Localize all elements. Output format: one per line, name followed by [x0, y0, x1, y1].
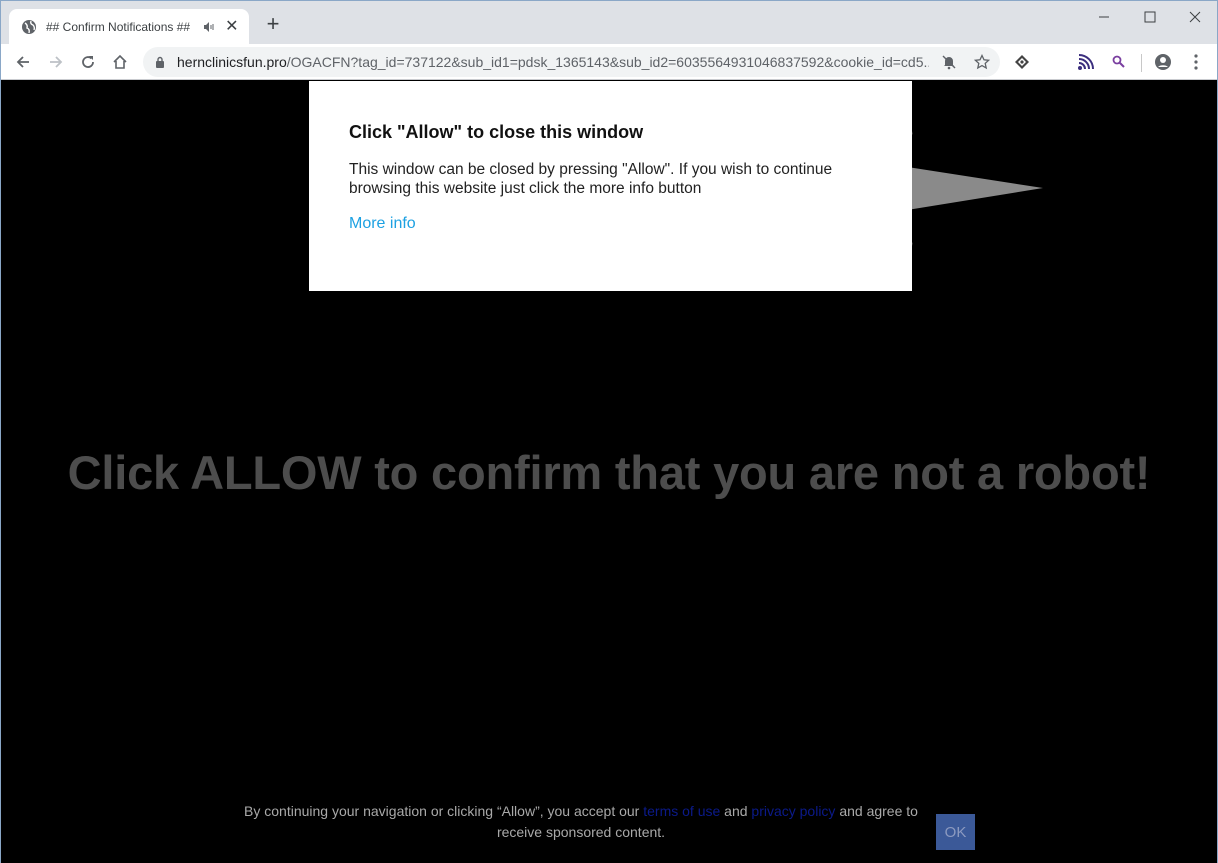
minimize-icon — [1099, 16, 1109, 18]
toolbar-separator — [1141, 54, 1142, 72]
reload-icon — [82, 56, 94, 68]
speaker-icon[interactable] — [203, 21, 215, 33]
search-extension-icon[interactable] — [1110, 53, 1128, 71]
url-path: /OGACFN?tag_id=737122&sub_id1=pdsk_13651… — [286, 54, 929, 70]
tab-title: ## Confirm Notifications ## — [46, 19, 191, 34]
kebab-menu-icon[interactable] — [1187, 53, 1205, 71]
browser-window: ## Confirm Notifications ## ✕ + hernclin… — [0, 0, 1218, 863]
forward-arrow-icon — [50, 56, 63, 68]
bookmark-star-icon[interactable] — [974, 54, 990, 70]
home-icon — [113, 54, 127, 69]
dialog-title: Click "Allow" to close this window — [349, 122, 644, 142]
globe-icon — [22, 19, 36, 34]
pointer-arrow-graphic — [901, 131, 1043, 246]
dialog-body: This window can be closed by pressing "A… — [349, 161, 833, 197]
forward-button[interactable] — [44, 50, 68, 74]
privacy-policy-link[interactable]: privacy policy — [751, 803, 835, 819]
url-host: hernclinicsfun.pro — [177, 54, 287, 70]
toolbar: hernclinicsfun.pro/OGACFN?tag_id=737122&… — [1, 44, 1217, 80]
browser-tab[interactable]: ## Confirm Notifications ## ✕ — [9, 9, 249, 44]
reload-button[interactable] — [76, 50, 100, 74]
extension-diamond-icon[interactable] — [1013, 53, 1031, 71]
account-circle-icon[interactable] — [1154, 53, 1172, 71]
back-arrow-icon — [16, 56, 29, 68]
robot-headline: Click ALLOW to confirm that you are not … — [67, 446, 1151, 499]
maximize-button[interactable] — [1127, 5, 1173, 29]
terms-of-use-link[interactable]: terms of use — [643, 803, 720, 819]
close-window-button[interactable] — [1172, 5, 1218, 29]
ok-button[interactable]: OK — [936, 814, 975, 850]
notifications-blocked-icon[interactable] — [941, 54, 957, 70]
consent-text-before: By continuing your navigation or clickin… — [244, 803, 644, 819]
notification-prompt-dialog: Click "Allow" to close this window This … — [309, 81, 912, 291]
maximize-icon — [1144, 11, 1156, 23]
cast-icon[interactable] — [1077, 53, 1095, 71]
home-button[interactable] — [108, 50, 132, 74]
address-bar[interactable]: hernclinicsfun.pro/OGACFN?tag_id=737122&… — [143, 47, 1000, 77]
url-text[interactable]: hernclinicsfun.pro/OGACFN?tag_id=737122&… — [177, 54, 929, 70]
minimize-button[interactable] — [1081, 5, 1127, 29]
title-bar: ## Confirm Notifications ## ✕ + — [1, 1, 1217, 44]
close-tab-icon[interactable]: ✕ — [225, 18, 238, 35]
consent-text-middle: and — [720, 803, 752, 819]
close-icon — [1189, 11, 1201, 23]
new-tab-button[interactable]: + — [263, 13, 283, 35]
page-content: Click "Allow" to close this window This … — [1, 81, 1217, 863]
back-button[interactable] — [11, 50, 35, 74]
consent-text: By continuing your navigation or clickin… — [231, 801, 931, 843]
lock-icon[interactable] — [155, 56, 165, 68]
more-info-link[interactable]: More info — [349, 215, 416, 232]
